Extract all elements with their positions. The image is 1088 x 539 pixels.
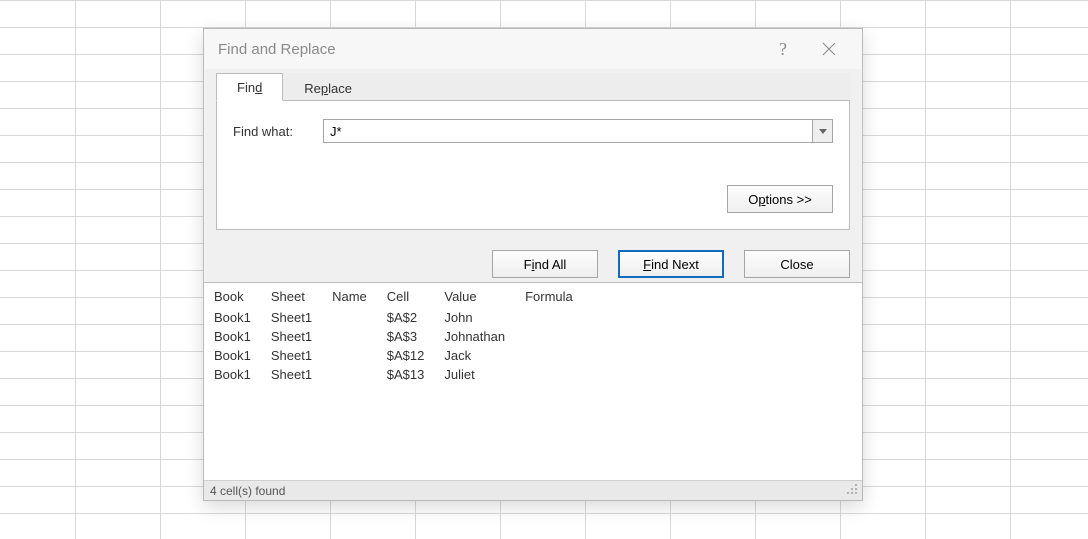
status-bar: 4 cell(s) found (204, 480, 862, 500)
close-button[interactable]: Close (744, 250, 850, 278)
results-row[interactable]: Book1Sheet1$A$12Jack (212, 346, 591, 365)
dialog-titlebar: Find and Replace ? (204, 29, 862, 69)
results-column-header[interactable]: Sheet (269, 287, 330, 308)
find-replace-dialog: Find and Replace ? Find Replace Find wha… (203, 28, 863, 501)
options-button[interactable]: Options >> (727, 185, 833, 213)
results-column-header[interactable]: Book (212, 287, 269, 308)
chevron-down-icon[interactable] (812, 120, 832, 142)
resize-grip-icon[interactable] (846, 483, 858, 498)
tab-replace[interactable]: Replace (283, 74, 373, 101)
results-column-header[interactable]: Cell (385, 287, 443, 308)
find-what-combo[interactable] (323, 119, 833, 143)
results-row[interactable]: Book1Sheet1$A$13Juliet (212, 365, 591, 384)
status-text: 4 cell(s) found (210, 484, 285, 498)
results-column-header[interactable]: Value (442, 287, 523, 308)
results-column-header[interactable]: Name (330, 287, 385, 308)
tab-strip: Find Replace (216, 73, 850, 101)
results-row[interactable]: Book1Sheet1$A$2John (212, 308, 591, 327)
results-row[interactable]: Book1Sheet1$A$3Johnathan (212, 327, 591, 346)
find-what-label: Find what: (233, 124, 305, 139)
help-button[interactable]: ? (760, 33, 806, 65)
close-icon[interactable] (806, 33, 852, 65)
dialog-title: Find and Replace (218, 41, 760, 58)
find-panel: Find what: Options >> (216, 101, 850, 230)
tab-find[interactable]: Find (216, 73, 283, 101)
results-column-header[interactable]: Formula (523, 287, 591, 308)
dialog-actions: Find All Find Next Close (204, 240, 862, 282)
results-list[interactable]: BookSheetNameCellValueFormula Book1Sheet… (204, 282, 862, 480)
find-what-input[interactable] (324, 120, 812, 142)
find-all-button[interactable]: Find All (492, 250, 598, 278)
find-next-button[interactable]: Find Next (618, 250, 724, 278)
